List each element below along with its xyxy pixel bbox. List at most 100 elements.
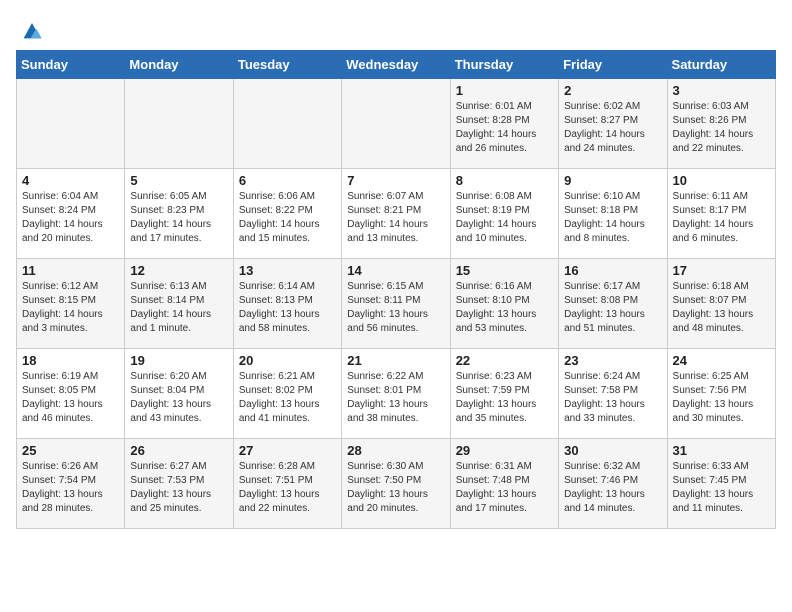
day-info: Sunrise: 6:26 AM Sunset: 7:54 PM Dayligh… <box>22 460 119 516</box>
day-info: Sunrise: 6:28 AM Sunset: 7:51 PM Dayligh… <box>239 460 336 516</box>
day-info: Sunrise: 6:21 AM Sunset: 8:02 PM Dayligh… <box>239 370 336 426</box>
calendar-cell: 1 Sunrise: 6:01 AM Sunset: 8:28 PM Daylig… <box>450 79 558 169</box>
day-number: 18 <box>22 353 119 368</box>
calendar-cell: 22 Sunrise: 6:23 AM Sunset: 7:59 PM Dayli… <box>450 349 558 439</box>
calendar-cell: 30 Sunrise: 6:32 AM Sunset: 7:46 PM Dayli… <box>559 439 667 529</box>
calendar-cell: 20 Sunrise: 6:21 AM Sunset: 8:02 PM Dayli… <box>233 349 341 439</box>
calendar-cell: 19Sunrise: 6:20 AM Sunset: 8:04 PM Dayli… <box>125 349 233 439</box>
calendar-cell: 9Sunrise: 6:10 AM Sunset: 8:18 PM Daylig… <box>559 169 667 259</box>
calendar-cell: 29 Sunrise: 6:31 AM Sunset: 7:48 PM Dayli… <box>450 439 558 529</box>
day-info: Sunrise: 6:01 AM Sunset: 8:28 PM Dayligh… <box>456 100 553 156</box>
header-day: Thursday <box>450 51 558 79</box>
day-number: 25 <box>22 443 119 458</box>
header-day: Sunday <box>17 51 125 79</box>
header-row: SundayMondayTuesdayWednesdayThursdayFrid… <box>17 51 776 79</box>
day-number: 21 <box>347 353 444 368</box>
calendar-cell: 3 Sunrise: 6:03 AM Sunset: 8:26 PM Daylig… <box>667 79 775 169</box>
calendar-cell <box>233 79 341 169</box>
calendar-table: SundayMondayTuesdayWednesdayThursdayFrid… <box>16 50 776 529</box>
day-info: Sunrise: 6:05 AM Sunset: 8:23 PM Dayligh… <box>130 190 227 246</box>
day-info: Sunrise: 6:16 AM Sunset: 8:10 PM Dayligh… <box>456 280 553 336</box>
calendar-cell: 25 Sunrise: 6:26 AM Sunset: 7:54 PM Dayli… <box>17 439 125 529</box>
day-number: 7 <box>347 173 444 188</box>
day-number: 29 <box>456 443 553 458</box>
calendar-cell: 14Sunrise: 6:15 AM Sunset: 8:11 PM Dayli… <box>342 259 450 349</box>
calendar-cell: 24Sunrise: 6:25 AM Sunset: 7:56 PM Dayli… <box>667 349 775 439</box>
day-info: Sunrise: 6:12 AM Sunset: 8:15 PM Dayligh… <box>22 280 119 336</box>
day-number: 9 <box>564 173 661 188</box>
calendar-cell: 13 Sunrise: 6:14 AM Sunset: 8:13 PM Dayli… <box>233 259 341 349</box>
day-info: Sunrise: 6:31 AM Sunset: 7:48 PM Dayligh… <box>456 460 553 516</box>
header-day: Wednesday <box>342 51 450 79</box>
calendar-cell: 31 Sunrise: 6:33 AM Sunset: 7:45 PM Dayli… <box>667 439 775 529</box>
header-day: Tuesday <box>233 51 341 79</box>
week-row: 11 Sunrise: 6:12 AM Sunset: 8:15 PM Dayli… <box>17 259 776 349</box>
calendar-cell: 17Sunrise: 6:18 AM Sunset: 8:07 PM Dayli… <box>667 259 775 349</box>
calendar-cell <box>342 79 450 169</box>
day-info: Sunrise: 6:32 AM Sunset: 7:46 PM Dayligh… <box>564 460 661 516</box>
calendar-cell: 28 Sunrise: 6:30 AM Sunset: 7:50 PM Dayli… <box>342 439 450 529</box>
day-info: Sunrise: 6:17 AM Sunset: 8:08 PM Dayligh… <box>564 280 661 336</box>
day-info: Sunrise: 6:07 AM Sunset: 8:21 PM Dayligh… <box>347 190 444 246</box>
day-number: 6 <box>239 173 336 188</box>
day-info: Sunrise: 6:15 AM Sunset: 8:11 PM Dayligh… <box>347 280 444 336</box>
header-day: Saturday <box>667 51 775 79</box>
calendar-cell: 21 Sunrise: 6:22 AM Sunset: 8:01 PM Dayli… <box>342 349 450 439</box>
day-number: 30 <box>564 443 661 458</box>
day-number: 23 <box>564 353 661 368</box>
calendar-cell: 26Sunrise: 6:27 AM Sunset: 7:53 PM Dayli… <box>125 439 233 529</box>
day-info: Sunrise: 6:23 AM Sunset: 7:59 PM Dayligh… <box>456 370 553 426</box>
calendar-cell: 18 Sunrise: 6:19 AM Sunset: 8:05 PM Dayli… <box>17 349 125 439</box>
logo <box>16 16 46 38</box>
day-number: 17 <box>673 263 770 278</box>
day-info: Sunrise: 6:19 AM Sunset: 8:05 PM Dayligh… <box>22 370 119 426</box>
day-number: 1 <box>456 83 553 98</box>
day-info: Sunrise: 6:08 AM Sunset: 8:19 PM Dayligh… <box>456 190 553 246</box>
day-number: 5 <box>130 173 227 188</box>
day-number: 13 <box>239 263 336 278</box>
calendar-cell: 10Sunrise: 6:11 AM Sunset: 8:17 PM Dayli… <box>667 169 775 259</box>
week-row: 4 Sunrise: 6:04 AM Sunset: 8:24 PM Daylig… <box>17 169 776 259</box>
header-day: Monday <box>125 51 233 79</box>
week-row: 25 Sunrise: 6:26 AM Sunset: 7:54 PM Dayli… <box>17 439 776 529</box>
day-number: 4 <box>22 173 119 188</box>
day-info: Sunrise: 6:04 AM Sunset: 8:24 PM Dayligh… <box>22 190 119 246</box>
day-info: Sunrise: 6:02 AM Sunset: 8:27 PM Dayligh… <box>564 100 661 156</box>
day-info: Sunrise: 6:14 AM Sunset: 8:13 PM Dayligh… <box>239 280 336 336</box>
calendar-cell: 8 Sunrise: 6:08 AM Sunset: 8:19 PM Daylig… <box>450 169 558 259</box>
week-row: 1 Sunrise: 6:01 AM Sunset: 8:28 PM Daylig… <box>17 79 776 169</box>
calendar-cell: 11 Sunrise: 6:12 AM Sunset: 8:15 PM Dayli… <box>17 259 125 349</box>
day-info: Sunrise: 6:20 AM Sunset: 8:04 PM Dayligh… <box>130 370 227 426</box>
calendar-cell: 27 Sunrise: 6:28 AM Sunset: 7:51 PM Dayli… <box>233 439 341 529</box>
day-info: Sunrise: 6:24 AM Sunset: 7:58 PM Dayligh… <box>564 370 661 426</box>
calendar-cell <box>125 79 233 169</box>
logo-icon <box>18 16 46 44</box>
day-info: Sunrise: 6:03 AM Sunset: 8:26 PM Dayligh… <box>673 100 770 156</box>
calendar-cell: 5 Sunrise: 6:05 AM Sunset: 8:23 PM Daylig… <box>125 169 233 259</box>
day-number: 10 <box>673 173 770 188</box>
calendar-cell: 7 Sunrise: 6:07 AM Sunset: 8:21 PM Daylig… <box>342 169 450 259</box>
day-number: 24 <box>673 353 770 368</box>
calendar-cell: 16 Sunrise: 6:17 AM Sunset: 8:08 PM Dayli… <box>559 259 667 349</box>
day-info: Sunrise: 6:27 AM Sunset: 7:53 PM Dayligh… <box>130 460 227 516</box>
day-info: Sunrise: 6:33 AM Sunset: 7:45 PM Dayligh… <box>673 460 770 516</box>
day-number: 20 <box>239 353 336 368</box>
day-info: Sunrise: 6:30 AM Sunset: 7:50 PM Dayligh… <box>347 460 444 516</box>
day-number: 3 <box>673 83 770 98</box>
day-number: 11 <box>22 263 119 278</box>
day-number: 31 <box>673 443 770 458</box>
day-info: Sunrise: 6:22 AM Sunset: 8:01 PM Dayligh… <box>347 370 444 426</box>
calendar-cell: 23 Sunrise: 6:24 AM Sunset: 7:58 PM Dayli… <box>559 349 667 439</box>
day-number: 27 <box>239 443 336 458</box>
day-number: 16 <box>564 263 661 278</box>
day-number: 22 <box>456 353 553 368</box>
page-header <box>16 16 776 38</box>
calendar-cell: 12 Sunrise: 6:13 AM Sunset: 8:14 PM Dayli… <box>125 259 233 349</box>
day-number: 28 <box>347 443 444 458</box>
header-day: Friday <box>559 51 667 79</box>
day-number: 12 <box>130 263 227 278</box>
week-row: 18 Sunrise: 6:19 AM Sunset: 8:05 PM Dayli… <box>17 349 776 439</box>
day-info: Sunrise: 6:13 AM Sunset: 8:14 PM Dayligh… <box>130 280 227 336</box>
calendar-cell: 6Sunrise: 6:06 AM Sunset: 8:22 PM Daylig… <box>233 169 341 259</box>
day-number: 8 <box>456 173 553 188</box>
